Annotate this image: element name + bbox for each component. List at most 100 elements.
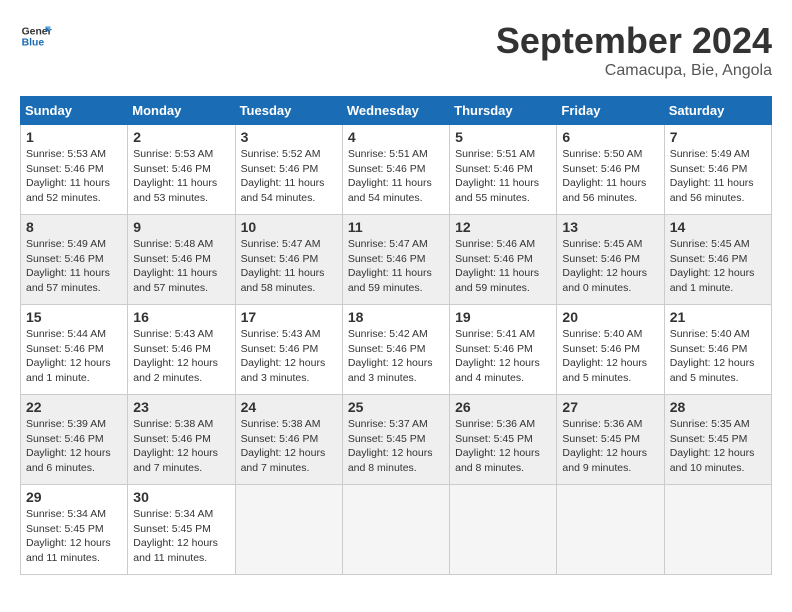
day-number: 17 xyxy=(241,309,337,325)
day-number: 13 xyxy=(562,219,658,235)
day-number: 3 xyxy=(241,129,337,145)
day-info: Sunrise: 5:38 AM Sunset: 5:46 PM Dayligh… xyxy=(133,417,229,476)
logo: General Blue xyxy=(20,20,52,52)
day-info: Sunrise: 5:52 AM Sunset: 5:46 PM Dayligh… xyxy=(241,147,337,206)
day-info: Sunrise: 5:51 AM Sunset: 5:46 PM Dayligh… xyxy=(348,147,444,206)
week-row: 29 Sunrise: 5:34 AM Sunset: 5:45 PM Dayli… xyxy=(21,485,772,575)
day-info: Sunrise: 5:36 AM Sunset: 5:45 PM Dayligh… xyxy=(455,417,551,476)
day-number: 7 xyxy=(670,129,766,145)
calendar-cell: 30 Sunrise: 5:34 AM Sunset: 5:45 PM Dayli… xyxy=(128,485,235,575)
day-number: 1 xyxy=(26,129,122,145)
day-info: Sunrise: 5:50 AM Sunset: 5:46 PM Dayligh… xyxy=(562,147,658,206)
day-info: Sunrise: 5:41 AM Sunset: 5:46 PM Dayligh… xyxy=(455,327,551,386)
calendar-cell: 1 Sunrise: 5:53 AM Sunset: 5:46 PM Daylig… xyxy=(21,125,128,215)
week-row: 15 Sunrise: 5:44 AM Sunset: 5:46 PM Dayli… xyxy=(21,305,772,395)
calendar-table: SundayMondayTuesdayWednesdayThursdayFrid… xyxy=(20,96,772,575)
day-info: Sunrise: 5:53 AM Sunset: 5:46 PM Dayligh… xyxy=(133,147,229,206)
day-number: 14 xyxy=(670,219,766,235)
day-number: 21 xyxy=(670,309,766,325)
day-number: 25 xyxy=(348,399,444,415)
day-info: Sunrise: 5:34 AM Sunset: 5:45 PM Dayligh… xyxy=(133,507,229,566)
day-number: 10 xyxy=(241,219,337,235)
calendar-cell: 14Sunrise: 5:45 AM Sunset: 5:46 PM Dayli… xyxy=(664,215,771,305)
calendar-cell: 13Sunrise: 5:45 AM Sunset: 5:46 PM Dayli… xyxy=(557,215,664,305)
calendar-cell xyxy=(664,485,771,575)
calendar-cell: 21 Sunrise: 5:40 AM Sunset: 5:46 PM Dayli… xyxy=(664,305,771,395)
day-info: Sunrise: 5:42 AM Sunset: 5:46 PM Dayligh… xyxy=(348,327,444,386)
day-info: Sunrise: 5:49 AM Sunset: 5:46 PM Dayligh… xyxy=(670,147,766,206)
calendar-cell: 12 Sunrise: 5:46 AM Sunset: 5:46 PM Dayli… xyxy=(450,215,557,305)
calendar-cell: 4 Sunrise: 5:51 AM Sunset: 5:46 PM Daylig… xyxy=(342,125,449,215)
day-info: Sunrise: 5:38 AM Sunset: 5:46 PM Dayligh… xyxy=(241,417,337,476)
col-header-monday: Monday xyxy=(128,97,235,125)
day-number: 24 xyxy=(241,399,337,415)
day-number: 2 xyxy=(133,129,229,145)
day-info: Sunrise: 5:37 AM Sunset: 5:45 PM Dayligh… xyxy=(348,417,444,476)
day-number: 26 xyxy=(455,399,551,415)
day-number: 28 xyxy=(670,399,766,415)
week-row: 22 Sunrise: 5:39 AM Sunset: 5:46 PM Dayli… xyxy=(21,395,772,485)
day-number: 4 xyxy=(348,129,444,145)
calendar-cell: 11Sunrise: 5:47 AM Sunset: 5:46 PM Dayli… xyxy=(342,215,449,305)
day-info: Sunrise: 5:47 AM Sunset: 5:46 PM Dayligh… xyxy=(241,237,337,296)
day-number: 27 xyxy=(562,399,658,415)
calendar-cell: 22 Sunrise: 5:39 AM Sunset: 5:46 PM Dayli… xyxy=(21,395,128,485)
day-info: Sunrise: 5:53 AM Sunset: 5:46 PM Dayligh… xyxy=(26,147,122,206)
calendar-cell: 10 Sunrise: 5:47 AM Sunset: 5:46 PM Dayli… xyxy=(235,215,342,305)
day-info: Sunrise: 5:44 AM Sunset: 5:46 PM Dayligh… xyxy=(26,327,122,386)
page-header: General Blue September 2024 Camacupa, Bi… xyxy=(20,20,772,80)
day-info: Sunrise: 5:43 AM Sunset: 5:46 PM Dayligh… xyxy=(133,327,229,386)
day-number: 30 xyxy=(133,489,229,505)
day-info: Sunrise: 5:34 AM Sunset: 5:45 PM Dayligh… xyxy=(26,507,122,566)
day-number: 12 xyxy=(455,219,551,235)
day-number: 15 xyxy=(26,309,122,325)
calendar-cell: 25 Sunrise: 5:37 AM Sunset: 5:45 PM Dayli… xyxy=(342,395,449,485)
calendar-cell: 26 Sunrise: 5:36 AM Sunset: 5:45 PM Dayli… xyxy=(450,395,557,485)
logo-icon: General Blue xyxy=(20,20,52,52)
calendar-cell: 17 Sunrise: 5:43 AM Sunset: 5:46 PM Dayli… xyxy=(235,305,342,395)
location: Camacupa, Bie, Angola xyxy=(496,62,772,80)
calendar-cell: 20 Sunrise: 5:40 AM Sunset: 5:46 PM Dayli… xyxy=(557,305,664,395)
calendar-cell xyxy=(235,485,342,575)
calendar-cell: 3 Sunrise: 5:52 AM Sunset: 5:46 PM Daylig… xyxy=(235,125,342,215)
calendar-cell: 24 Sunrise: 5:38 AM Sunset: 5:46 PM Dayli… xyxy=(235,395,342,485)
calendar-cell xyxy=(557,485,664,575)
day-number: 22 xyxy=(26,399,122,415)
calendar-cell: 8 Sunrise: 5:49 AM Sunset: 5:46 PM Daylig… xyxy=(21,215,128,305)
title-block: September 2024 Camacupa, Bie, Angola xyxy=(496,20,772,80)
day-number: 18 xyxy=(348,309,444,325)
day-info: Sunrise: 5:49 AM Sunset: 5:46 PM Dayligh… xyxy=(26,237,122,296)
day-number: 23 xyxy=(133,399,229,415)
day-info: Sunrise: 5:36 AM Sunset: 5:45 PM Dayligh… xyxy=(562,417,658,476)
calendar-cell: 9Sunrise: 5:48 AM Sunset: 5:46 PM Daylig… xyxy=(128,215,235,305)
col-header-friday: Friday xyxy=(557,97,664,125)
col-header-sunday: Sunday xyxy=(21,97,128,125)
day-number: 6 xyxy=(562,129,658,145)
day-number: 20 xyxy=(562,309,658,325)
day-info: Sunrise: 5:40 AM Sunset: 5:46 PM Dayligh… xyxy=(562,327,658,386)
col-header-wednesday: Wednesday xyxy=(342,97,449,125)
day-number: 8 xyxy=(26,219,122,235)
calendar-cell: 7 Sunrise: 5:49 AM Sunset: 5:46 PM Daylig… xyxy=(664,125,771,215)
col-header-saturday: Saturday xyxy=(664,97,771,125)
day-info: Sunrise: 5:39 AM Sunset: 5:46 PM Dayligh… xyxy=(26,417,122,476)
calendar-cell: 6 Sunrise: 5:50 AM Sunset: 5:46 PM Daylig… xyxy=(557,125,664,215)
calendar-cell: 18 Sunrise: 5:42 AM Sunset: 5:46 PM Dayli… xyxy=(342,305,449,395)
calendar-cell: 27 Sunrise: 5:36 AM Sunset: 5:45 PM Dayli… xyxy=(557,395,664,485)
day-info: Sunrise: 5:35 AM Sunset: 5:45 PM Dayligh… xyxy=(670,417,766,476)
day-info: Sunrise: 5:40 AM Sunset: 5:46 PM Dayligh… xyxy=(670,327,766,386)
day-info: Sunrise: 5:43 AM Sunset: 5:46 PM Dayligh… xyxy=(241,327,337,386)
day-number: 29 xyxy=(26,489,122,505)
calendar-cell: 5Sunrise: 5:51 AM Sunset: 5:46 PM Daylig… xyxy=(450,125,557,215)
calendar-cell: 15 Sunrise: 5:44 AM Sunset: 5:46 PM Dayli… xyxy=(21,305,128,395)
calendar-cell xyxy=(342,485,449,575)
calendar-cell: 23 Sunrise: 5:38 AM Sunset: 5:46 PM Dayli… xyxy=(128,395,235,485)
month-title: September 2024 xyxy=(496,20,772,62)
calendar-cell: 29 Sunrise: 5:34 AM Sunset: 5:45 PM Dayli… xyxy=(21,485,128,575)
calendar-cell: 19Sunrise: 5:41 AM Sunset: 5:46 PM Dayli… xyxy=(450,305,557,395)
calendar-cell: 28 Sunrise: 5:35 AM Sunset: 5:45 PM Dayli… xyxy=(664,395,771,485)
calendar-cell: 16Sunrise: 5:43 AM Sunset: 5:46 PM Dayli… xyxy=(128,305,235,395)
day-info: Sunrise: 5:46 AM Sunset: 5:46 PM Dayligh… xyxy=(455,237,551,296)
week-row: 8 Sunrise: 5:49 AM Sunset: 5:46 PM Daylig… xyxy=(21,215,772,305)
day-number: 11 xyxy=(348,219,444,235)
